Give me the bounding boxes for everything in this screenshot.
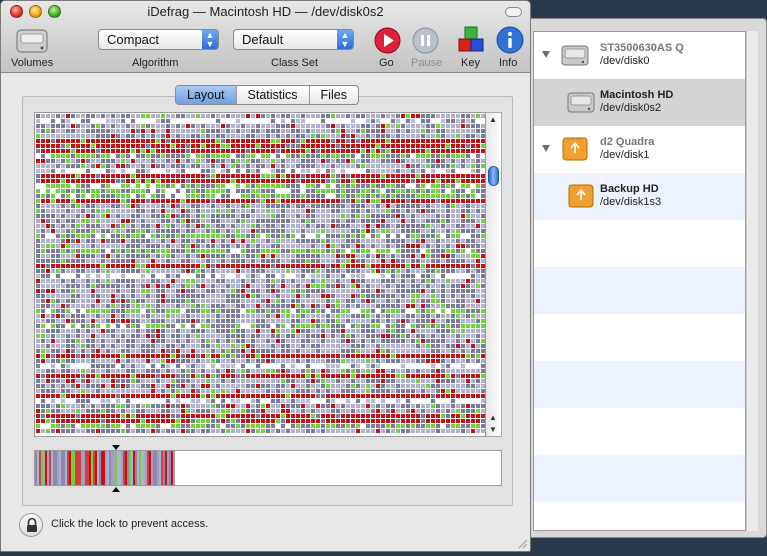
block-map [36, 114, 485, 433]
overview-bands [35, 451, 175, 485]
tab-layout[interactable]: Layout [176, 86, 237, 104]
volume-name: Backup HD [600, 183, 659, 195]
color-cubes-icon[interactable] [456, 25, 486, 55]
info-icon[interactable] [496, 26, 524, 54]
popup-arrows-icon: ▲ ▼ [202, 30, 218, 49]
tab-files[interactable]: Files [310, 86, 358, 104]
popup-arrows-icon: ▲ ▼ [337, 30, 353, 49]
resize-grip-icon[interactable] [516, 537, 528, 549]
volume-name: d2 Quadra [600, 136, 655, 148]
volumes-label: Volumes [11, 57, 54, 69]
volume-row-disk0[interactable]: ST3500630AS Q /dev/disk0 [534, 32, 745, 79]
lock-message: Click the lock to prevent access. [51, 518, 209, 530]
toolbar-toggle-button[interactable] [505, 7, 522, 17]
volume-name: ST3500630AS Q [600, 42, 684, 54]
volume-row-disk1[interactable]: d2 Quadra /dev/disk1 [534, 126, 745, 173]
disk-layout-map[interactable] [34, 112, 486, 437]
pause-label: Pause [411, 57, 443, 69]
toolbar: iDefrag — Macintosh HD — /dev/disk0s2 Vo… [1, 1, 530, 73]
volume-name: Macintosh HD [600, 89, 674, 101]
position-marker-bottom-icon [112, 487, 120, 492]
play-icon[interactable] [374, 27, 401, 54]
scroll-thumb[interactable] [488, 166, 499, 186]
external-disk-icon [562, 137, 588, 161]
classset-label: Class Set [271, 57, 319, 69]
volumes-drawer: ST3500630AS Q /dev/disk0 Macintosh HD /d… [526, 18, 767, 538]
volume-device: /dev/disk1 [600, 149, 650, 161]
algorithm-label: Algorithm [132, 57, 179, 69]
window-title: iDefrag — Macintosh HD — /dev/disk0s2 [147, 4, 384, 19]
key-label: Key [461, 57, 480, 69]
tab-statistics[interactable]: Statistics [237, 86, 310, 104]
classset-value: Default [242, 32, 284, 47]
main-window: iDefrag — Macintosh HD — /dev/disk0s2 Vo… [0, 0, 531, 552]
disclosure-triangle-icon[interactable] [542, 145, 550, 152]
info-label: Info [499, 57, 518, 69]
volumes-list: ST3500630AS Q /dev/disk0 Macintosh HD /d… [533, 31, 746, 531]
algorithm-value: Compact [107, 32, 160, 47]
lock-button[interactable] [19, 513, 43, 537]
external-disk-icon [568, 184, 594, 208]
volume-row-disk1s3[interactable]: Backup HD /dev/disk1s3 [534, 173, 745, 220]
pause-icon[interactable] [412, 27, 439, 54]
drawer-scrollbar[interactable] [746, 31, 758, 531]
volume-device: /dev/disk0 [600, 55, 650, 67]
scroll-up-icon[interactable]: ▲ [489, 413, 497, 422]
disclosure-triangle-icon[interactable] [542, 51, 550, 58]
volume-row-disk0s2[interactable]: Macintosh HD /dev/disk0s2 [534, 79, 745, 126]
hard-disk-icon[interactable] [15, 25, 49, 55]
hard-disk-icon [567, 92, 595, 113]
scroll-down-icon[interactable]: ▼ [489, 425, 497, 434]
volume-device: /dev/disk0s2 [600, 102, 662, 114]
map-scrollbar[interactable]: ▲ ▲ ▼ [486, 112, 502, 437]
view-tabs: Layout Statistics Files [175, 85, 359, 105]
disk-overview-strip[interactable] [34, 450, 502, 486]
hard-disk-icon [561, 45, 589, 66]
lock-icon [27, 517, 37, 532]
algorithm-popup[interactable]: Compact ▲ ▼ [98, 29, 219, 50]
scroll-up-icon[interactable]: ▲ [489, 115, 497, 124]
go-label: Go [379, 57, 394, 69]
classset-popup[interactable]: Default ▲ ▼ [233, 29, 354, 50]
volume-device: /dev/disk1s3 [600, 196, 662, 208]
